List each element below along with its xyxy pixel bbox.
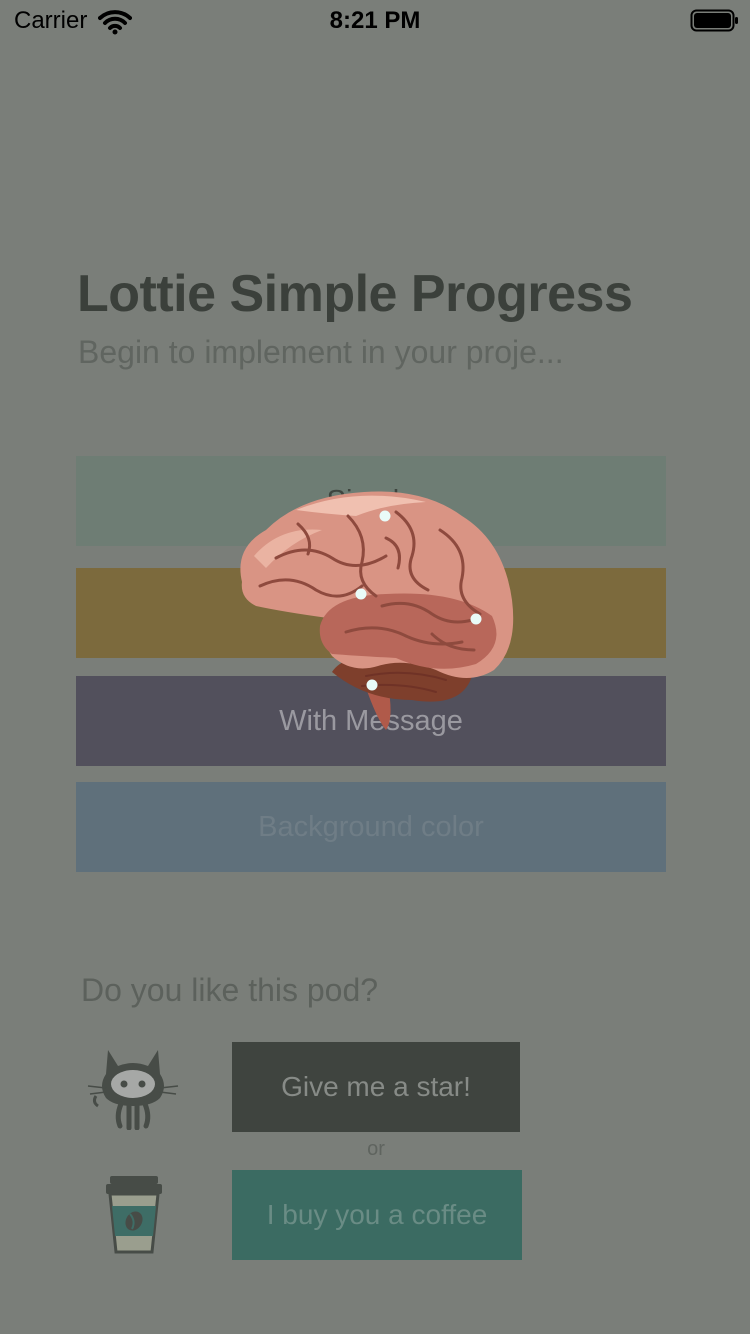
github-octocat-icon [84,1046,182,1135]
battery-icon [690,9,740,38]
brain-loading-icon [236,486,518,734]
give-star-button[interactable]: Give me a star! [232,1042,520,1132]
coffee-cup-icon [102,1172,166,1261]
page-title: Lottie Simple Progress [77,265,633,323]
page-subtitle: Begin to implement in your proje... [78,334,564,370]
buy-coffee-button[interactable]: I buy you a coffee [232,1170,522,1260]
background-color-button[interactable]: Background color [76,782,666,872]
support-question: Do you like this pod? [81,972,379,1008]
or-separator: or [367,1138,385,1160]
status-bar: Carrier 8:21 PM [0,0,750,40]
clock: 8:21 PM [329,7,421,34]
